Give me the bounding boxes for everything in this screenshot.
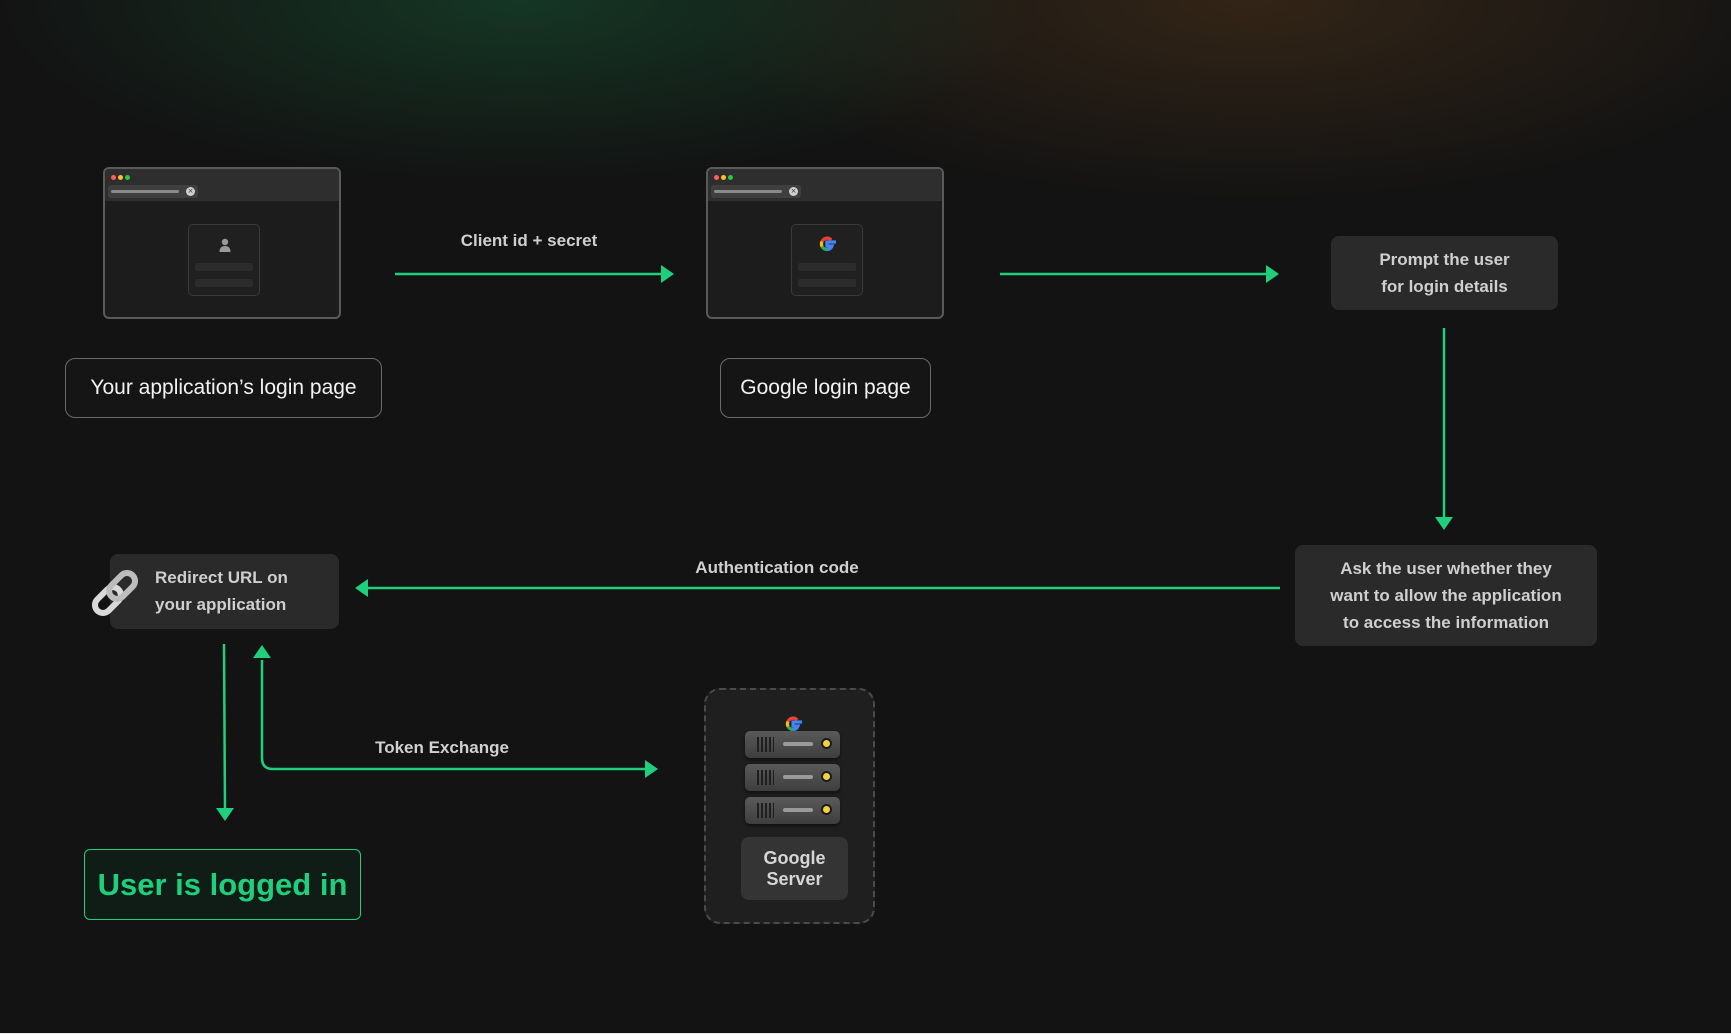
redirect-url-step: Redirect URL on your application <box>110 554 339 629</box>
google-login-browser-window: × <box>706 167 944 319</box>
server-rack-icon <box>745 764 840 791</box>
window-maximize-dot <box>728 175 733 180</box>
browser-tab: × <box>108 185 198 198</box>
login-card <box>791 224 863 296</box>
ask-user-step: Ask the user whether they want to allow … <box>1295 545 1597 646</box>
app-login-page-text: Your application’s login page <box>90 376 357 399</box>
redirect-url-text: Redirect URL on your application <box>155 568 288 614</box>
tab-title-placeholder <box>714 190 782 193</box>
rack-led <box>823 740 830 747</box>
app-login-browser-window: × <box>103 167 341 319</box>
input-placeholder <box>195 263 253 271</box>
rack-led <box>823 806 830 813</box>
window-maximize-dot <box>125 175 130 180</box>
browser-titlebar: × <box>708 169 942 201</box>
browser-tab: × <box>711 185 801 198</box>
arrowhead <box>661 265 674 283</box>
google-server-text: Google Server <box>763 847 826 889</box>
prompt-user-text: Prompt the user for login details <box>1379 250 1510 296</box>
input-placeholder <box>195 279 253 287</box>
server-rack-icon <box>745 731 840 758</box>
browser-titlebar: × <box>105 169 339 201</box>
rack-vent <box>757 770 774 785</box>
rack-vent <box>757 737 774 752</box>
rack-led <box>823 773 830 780</box>
rack-slot <box>783 808 813 812</box>
user-icon <box>219 238 231 252</box>
input-placeholder <box>798 263 856 271</box>
server-rack-icon <box>745 797 840 824</box>
google-login-page-text: Google login page <box>740 376 911 399</box>
link-icon <box>91 569 139 617</box>
arrow-to-logged-in <box>222 643 227 811</box>
google-server-label: Google Server <box>741 837 848 900</box>
rack-slot <box>783 775 813 779</box>
input-placeholder <box>798 279 856 287</box>
google-login-page-label: Google login page <box>720 358 931 418</box>
user-logged-in-text: User is logged in <box>97 866 348 902</box>
authentication-code-label: Authentication code <box>695 558 859 577</box>
google-logo-icon <box>819 236 836 252</box>
user-logged-in-box: User is logged in <box>84 849 361 920</box>
rack-slot <box>783 742 813 746</box>
rack-vent <box>757 803 774 818</box>
ask-user-text: Ask the user whether they want to allow … <box>1330 559 1562 632</box>
window-minimize-dot <box>118 175 123 180</box>
app-login-page-label: Your application’s login page <box>65 358 382 418</box>
token-exchange-label: Token Exchange <box>375 738 509 757</box>
window-close-dot <box>111 175 116 180</box>
window-close-dot <box>714 175 719 180</box>
login-card <box>188 224 260 296</box>
tab-title-placeholder <box>111 190 179 193</box>
tab-close-icon: × <box>789 187 798 196</box>
window-minimize-dot <box>721 175 726 180</box>
prompt-user-step: Prompt the user for login details <box>1331 236 1558 310</box>
tab-close-icon: × <box>186 187 195 196</box>
client-id-secret-label: Client id + secret <box>460 231 598 250</box>
